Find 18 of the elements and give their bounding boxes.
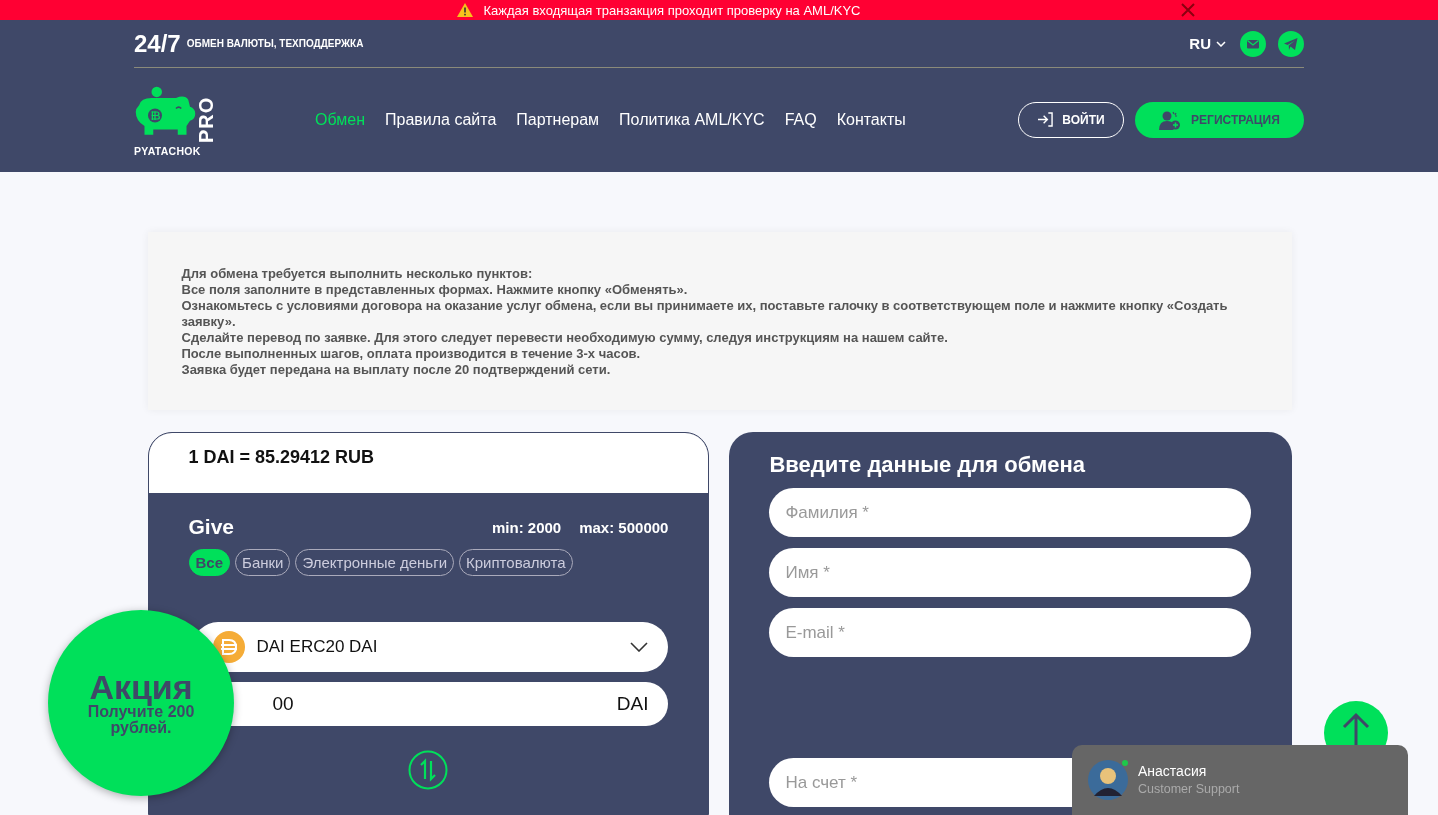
logo-suffix: PRO	[196, 96, 216, 143]
exchange-rate: 1 DAI = 85.29412 RUB	[188, 447, 375, 467]
hours-text: 24/7	[134, 29, 181, 58]
form-title: Введите данные для обмена	[769, 452, 1086, 478]
tagline: ОБМЕН ВАЛЮТЫ, ТЕХПОДДЕРЖКА	[186, 38, 364, 49]
alert-text: Каждая входящая транзакция проходит проверку на AML/KYC	[483, 2, 861, 18]
agent-role: Customer Support	[1138, 782, 1240, 796]
instruction-text: Сделайте перевод по заявке. Для этого следует перевести необходимую сумму, следуя инструкциям на нашем сайте.	[181, 330, 949, 346]
section-title: Give	[188, 515, 235, 539]
instruction-text: После выполненных шагов, оплата производится в течение 3-х часов.	[181, 346, 642, 362]
instruction-text: Для обмена требуется выполнить несколько пунктов:	[181, 266, 534, 282]
agent-name: Анастасия	[1138, 763, 1208, 779]
min-amount: min: 2000	[491, 518, 562, 536]
instruction-text: Ознакомьтесь с условиями договора на оказание услуг обмена, если вы принимаете их, поставьте галочку в соответствующем поле и нажмите кнопку «Создать заявку».	[181, 298, 1229, 330]
instruction-text: Все поля заполните в представленных формах. Нажмите кнопку «Обменять».	[181, 282, 689, 298]
max-amount: max: 500000	[579, 518, 669, 536]
logo-text: PYATACHOK	[134, 144, 201, 157]
instruction-text: Заявка будет передана на выплату после 20 подтверждений сети.	[181, 362, 612, 378]
